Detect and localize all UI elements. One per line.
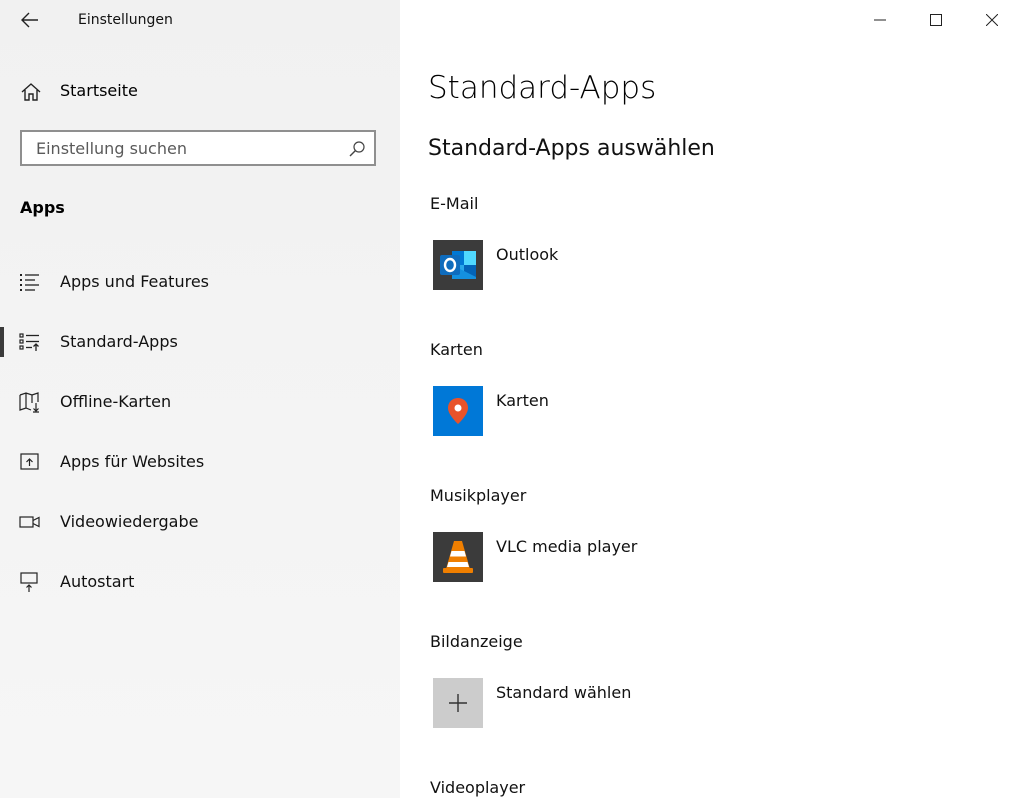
search-box[interactable] [20, 130, 376, 166]
maximize-button[interactable] [908, 0, 964, 40]
category-label-email: E-Mail [430, 194, 479, 213]
video-camera-icon [19, 516, 40, 528]
map-download-icon [19, 392, 39, 413]
open-external-icon [20, 453, 39, 470]
home-icon [21, 83, 41, 101]
search-input[interactable] [22, 132, 356, 164]
window-controls [852, 0, 1020, 40]
sidebar-item-standard-apps[interactable]: Standard-Apps [0, 320, 400, 364]
default-app-maps[interactable]: Karten [433, 386, 833, 438]
app-name: Karten [496, 391, 549, 410]
vlc-icon [433, 532, 483, 582]
active-indicator [0, 327, 4, 357]
category-label-music: Musikplayer [430, 486, 527, 505]
category-label-photos: Bildanzeige [430, 632, 523, 651]
sidebar-item-label: Videowiedergabe [60, 512, 199, 531]
default-app-music[interactable]: VLC media player [433, 532, 833, 584]
sidebar-item-apps-websites[interactable]: Apps für Websites [0, 440, 400, 484]
sidebar: Einstellungen Startseite Apps Apps und F… [0, 0, 400, 798]
app-name: Standard wählen [496, 683, 632, 702]
startup-icon [20, 572, 38, 592]
sidebar-item-video-playback[interactable]: Videowiedergabe [0, 500, 400, 544]
sidebar-item-apps-features[interactable]: Apps und Features [0, 260, 400, 304]
close-icon [986, 14, 998, 26]
app-name: VLC media player [496, 537, 638, 556]
default-apps-icon [19, 333, 39, 351]
sidebar-item-label: Autostart [60, 572, 135, 591]
window-title: Einstellungen [78, 12, 173, 28]
section-title: Apps [20, 198, 65, 217]
minimize-button[interactable] [852, 0, 908, 40]
back-arrow-icon [21, 12, 38, 28]
search-icon[interactable] [348, 140, 366, 158]
sidebar-item-label: Standard-Apps [60, 332, 178, 351]
sidebar-item-offline-maps[interactable]: Offline-Karten [0, 380, 400, 424]
page-title: Standard-Apps [428, 70, 657, 106]
list-icon [20, 274, 39, 291]
category-label-video: Videoplayer [430, 778, 526, 797]
app-name: Outlook [496, 245, 559, 264]
close-button[interactable] [964, 0, 1020, 40]
home-label: Startseite [60, 81, 138, 100]
default-app-email[interactable]: Outlook [433, 240, 833, 292]
minimize-icon [874, 19, 886, 21]
plus-icon [433, 678, 483, 728]
home-link[interactable]: Startseite [0, 74, 400, 110]
back-button[interactable] [14, 6, 46, 34]
sidebar-item-label: Apps für Websites [60, 452, 205, 471]
default-app-photos[interactable]: Standard wählen [433, 678, 833, 730]
outlook-icon [433, 240, 483, 290]
maximize-icon [930, 14, 942, 26]
main-content: Standard-Apps Standard-Apps auswählen E-… [400, 0, 1020, 798]
category-label-maps: Karten [430, 340, 483, 359]
sidebar-item-label: Offline-Karten [60, 392, 172, 411]
maps-icon [433, 386, 483, 436]
sidebar-item-label: Apps und Features [60, 272, 209, 291]
sidebar-item-autostart[interactable]: Autostart [0, 560, 400, 604]
page-subtitle: Standard-Apps auswählen [428, 136, 715, 161]
